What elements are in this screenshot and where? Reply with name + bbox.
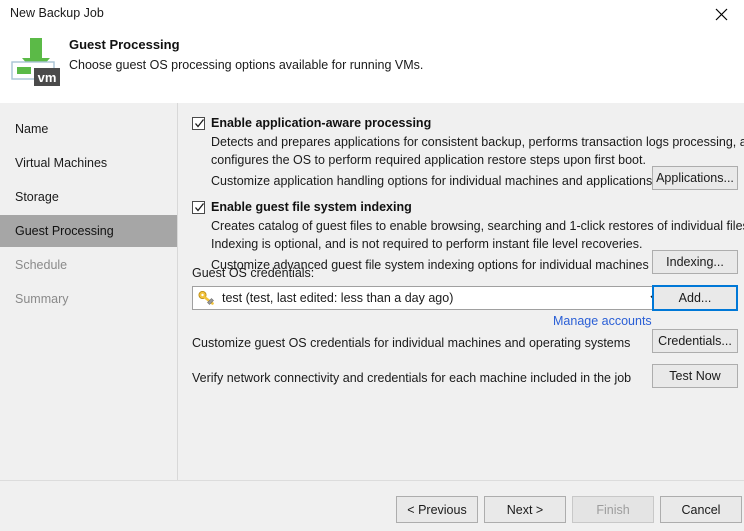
finish-button: Finish [572,496,654,523]
sidebar-item-virtual-machines[interactable]: Virtual Machines [0,147,177,179]
guest-os-credentials-label: Guest OS credentials: [192,266,315,280]
enable-application-aware-processing-checkbox[interactable] [192,117,205,130]
customize-credentials-text: Customize guest OS credentials for indiv… [192,336,631,350]
enable-guest-file-system-indexing-checkbox[interactable] [192,201,205,214]
wizard-sidebar: Name Virtual Machines Storage Guest Proc… [0,103,178,480]
vm-guest-processing-icon: vm [8,32,66,90]
indexing-description-line-1: Creates catalog of guest files to enable… [211,219,744,233]
app-aware-description-line-2: configures the OS to perform required ap… [211,153,646,167]
sidebar-item-guest-processing[interactable]: Guest Processing [0,215,177,247]
cancel-button[interactable]: Cancel [660,496,742,523]
app-aware-description-line-1: Detects and prepares applications for co… [211,135,744,149]
title-bar: New Backup Job [0,0,744,28]
checkmark-icon [195,203,205,212]
enable-guest-file-system-indexing-label[interactable]: Enable guest file system indexing [211,200,412,214]
app-aware-customize-text: Customize application handling options f… [211,174,653,188]
sidebar-item-name[interactable]: Name [0,113,177,145]
next-button[interactable]: Next > [484,496,566,523]
guest-os-credentials-select[interactable]: test (test, last edited: less than a day… [192,286,668,310]
sidebar-item-storage[interactable]: Storage [0,181,177,213]
sidebar-item-schedule: Schedule [15,258,68,272]
close-button[interactable] [699,0,744,28]
indexing-description-line-2: Indexing is optional, and is not require… [211,237,643,251]
credentials-button[interactable]: Credentials... [652,329,738,353]
close-icon [715,8,728,20]
guest-os-credentials-value: test (test, last edited: less than a day… [222,291,454,305]
enable-application-aware-processing-label[interactable]: Enable application-aware processing [211,116,431,130]
previous-button[interactable]: < Previous [396,496,478,523]
content-pane: Enable application-aware processing Dete… [178,103,744,480]
checkmark-icon [195,119,205,128]
page-title: Guest Processing [69,37,180,52]
sidebar-item-summary: Summary [15,292,69,306]
page-subtitle: Choose guest OS processing options avail… [69,58,424,72]
test-now-button[interactable]: Test Now [652,364,738,388]
verify-connectivity-text: Verify network connectivity and credenti… [192,371,632,385]
window-title: New Backup Job [10,6,104,20]
svg-text:vm: vm [38,70,57,85]
indexing-button[interactable]: Indexing... [652,250,738,274]
add-credentials-button[interactable]: Add... [652,285,738,311]
key-icon [198,291,214,305]
wizard-footer: < Previous Next > Finish Cancel [0,480,744,531]
applications-button[interactable]: Applications... [652,166,738,190]
manage-accounts-link[interactable]: Manage accounts [553,314,652,328]
wizard-header: vm Guest Processing Choose guest OS proc… [0,28,744,103]
